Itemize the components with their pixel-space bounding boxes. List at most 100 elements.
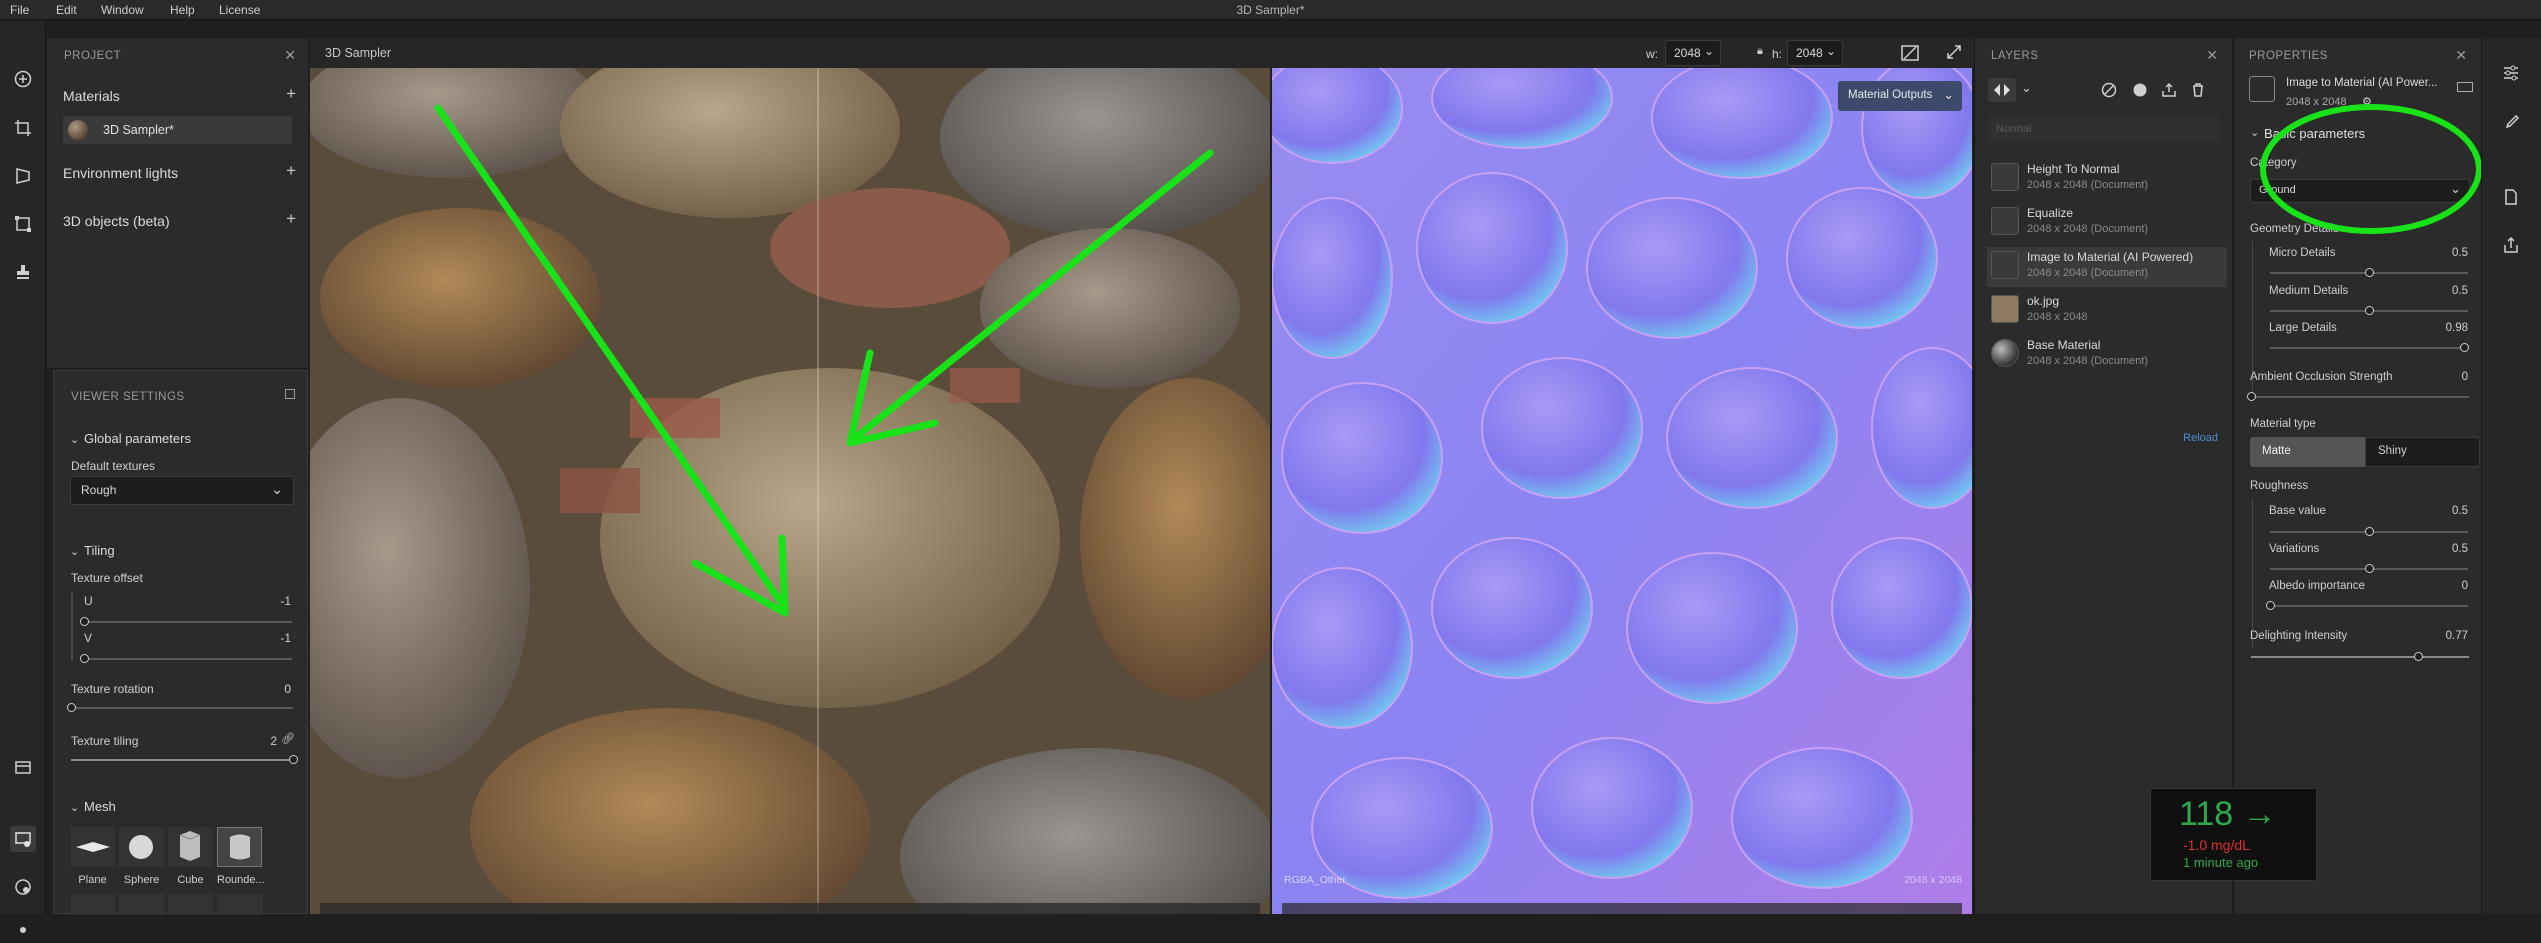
material-outputs-label: Material Outputs xyxy=(1848,89,1933,101)
document-icon[interactable] xyxy=(2502,188,2520,211)
medium-slider-knob[interactable] xyxy=(2364,306,2374,315)
material-thumbnail xyxy=(68,120,88,140)
reload-link[interactable]: Reload xyxy=(2183,432,2218,444)
panel-toggle-icon[interactable] xyxy=(285,389,295,399)
roughness-group-line xyxy=(2252,499,2253,649)
default-textures-dropdown[interactable]: Rough ⌄ xyxy=(70,476,294,505)
chevron-down-icon[interactable]: ⌄ xyxy=(70,545,79,558)
filter-add-icon[interactable] xyxy=(2101,82,2117,103)
mesh-rounded-button[interactable] xyxy=(217,827,262,867)
tiling-slider-knob[interactable] xyxy=(289,755,298,764)
texture-rotation-value: 0 xyxy=(284,682,291,696)
glucose-value: 118 → xyxy=(2179,795,2277,833)
variations-slider-knob[interactable] xyxy=(2364,564,2374,573)
properties-panel: PROPERTIES ✕ Image to Material (AI Power… xyxy=(2233,38,2482,914)
mesh-capsule-button[interactable] xyxy=(119,894,164,915)
medium-details-label: Medium Details xyxy=(2269,285,2349,297)
delighting-slider-track[interactable] xyxy=(2251,656,2469,658)
sliders-icon[interactable] xyxy=(2502,64,2520,87)
albedo-slider-knob[interactable] xyxy=(2265,601,2275,610)
width-dropdown[interactable]: 2048 ⌄ xyxy=(1665,40,1721,66)
add-icon[interactable] xyxy=(10,66,36,92)
close-icon[interactable]: ✕ xyxy=(2455,47,2467,64)
ao-slider-track[interactable] xyxy=(2251,396,2469,398)
layer-name: Equalize xyxy=(2027,206,2074,220)
global-parameters-label[interactable]: Global parameters xyxy=(84,431,191,446)
v-value: -1 xyxy=(280,631,291,645)
mesh-plane-button[interactable] xyxy=(70,827,115,867)
share-icon[interactable] xyxy=(2502,236,2520,259)
layer-item[interactable]: Equalize 2048 x 2048 (Document) xyxy=(1987,203,2227,243)
trash-icon[interactable] xyxy=(2190,82,2206,103)
perspective-icon[interactable] xyxy=(10,163,36,189)
chevron-down-icon[interactable]: ⌄ xyxy=(70,801,79,814)
link-icon[interactable]: 🔗︎ xyxy=(281,732,295,745)
environment-icon[interactable] xyxy=(10,874,36,900)
height-dropdown[interactable]: 2048 ⌄ xyxy=(1787,40,1843,66)
layer-name: ok.jpg xyxy=(2027,294,2060,308)
variations-label: Variations xyxy=(2269,543,2320,555)
shiny-button[interactable]: Shiny xyxy=(2365,437,2480,467)
delighting-slider-knob[interactable] xyxy=(2414,652,2424,661)
layer-item[interactable]: Height To Normal 2048 x 2048 (Document) xyxy=(1987,159,2227,199)
texture-tiling-value: 2 xyxy=(270,734,277,748)
stamp-icon[interactable] xyxy=(10,259,36,285)
blend-mode-dropdown[interactable]: Normal xyxy=(1988,118,2220,142)
fullscreen-icon[interactable] xyxy=(1946,44,1962,63)
crop-icon[interactable] xyxy=(10,115,36,141)
fill-layer-icon[interactable] xyxy=(2132,82,2148,103)
mesh-torus-button[interactable] xyxy=(168,894,213,915)
mesh-label[interactable]: Mesh xyxy=(84,799,116,814)
add-object-icon[interactable]: + xyxy=(286,209,296,229)
tiling-label[interactable]: Tiling xyxy=(84,543,115,558)
matte-button[interactable]: Matte xyxy=(2250,437,2365,467)
mesh-cube-button[interactable] xyxy=(168,827,213,867)
material-item[interactable]: 3D Sampler* xyxy=(63,116,292,144)
delighting-intensity-value: 0.77 xyxy=(2445,630,2468,642)
glucose-delta: -1.0 mg/dL xyxy=(2183,837,2250,853)
rotation-slider-knob[interactable] xyxy=(67,703,76,712)
material-item-label: 3D Sampler* xyxy=(103,123,174,137)
albedo-slider-track[interactable] xyxy=(2270,605,2468,607)
base-slider-knob[interactable] xyxy=(2364,527,2374,536)
layer-item[interactable]: Base Material 2048 x 2048 (Document) xyxy=(1987,335,2227,375)
v-slider-track[interactable] xyxy=(84,658,292,660)
compare-view-icon[interactable] xyxy=(1900,43,1920,66)
brush-icon[interactable] xyxy=(2502,114,2520,137)
normal-viewport[interactable]: Material Outputs ⌄ RGBA_Other 2048 x 204… xyxy=(1272,68,1972,914)
material-outputs-dropdown[interactable]: Material Outputs ⌄ xyxy=(1838,81,1962,111)
layer-item[interactable]: ok.jpg 2048 x 2048 xyxy=(1987,291,2227,331)
u-slider-track[interactable] xyxy=(84,621,292,623)
rotation-slider-track[interactable] xyxy=(71,707,293,709)
mesh-cylinder-button[interactable] xyxy=(70,894,115,915)
transform-icon[interactable] xyxy=(10,211,36,237)
ao-slider-knob[interactable] xyxy=(2246,392,2256,401)
compare-mode-button[interactable] xyxy=(1988,78,2016,102)
layer-item-selected[interactable]: Image to Material (AI Powered) 2048 x 20… xyxy=(1987,247,2227,287)
add-environment-icon[interactable]: + xyxy=(286,161,296,181)
archive-icon[interactable] xyxy=(10,754,36,780)
panel-toggle-icon[interactable] xyxy=(2457,82,2473,92)
tiling-slider-track[interactable] xyxy=(71,759,293,761)
chevron-down-icon[interactable]: ⌄ xyxy=(70,433,79,446)
lock-icon[interactable]: 🔒︎ xyxy=(1757,45,1763,58)
close-icon[interactable]: ✕ xyxy=(2206,47,2218,64)
close-icon[interactable]: ✕ xyxy=(284,47,296,64)
large-slider-knob[interactable] xyxy=(2459,343,2469,352)
glucose-widget: 118 → -1.0 mg/dL 1 minute ago xyxy=(2150,788,2317,881)
viewer-settings-icon[interactable] xyxy=(10,826,36,852)
mesh-label-rounded: Rounde... xyxy=(217,874,265,886)
light-icon[interactable] xyxy=(10,917,36,943)
chevron-down-icon[interactable]: ⌄ xyxy=(2021,80,2032,96)
mesh-custom-button[interactable] xyxy=(217,894,262,915)
export-layer-icon[interactable] xyxy=(2161,82,2177,103)
albedo-viewport[interactable] xyxy=(310,68,1270,914)
matte-label: Matte xyxy=(2262,445,2291,457)
document-tab[interactable]: 3D Sampler xyxy=(325,46,391,60)
large-slider-track[interactable] xyxy=(2270,347,2468,349)
mesh-sphere-button[interactable] xyxy=(119,827,164,867)
add-material-icon[interactable]: + xyxy=(286,84,296,104)
u-slider-knob[interactable] xyxy=(80,617,89,626)
v-slider-knob[interactable] xyxy=(80,654,89,663)
micro-slider-knob[interactable] xyxy=(2364,268,2374,277)
